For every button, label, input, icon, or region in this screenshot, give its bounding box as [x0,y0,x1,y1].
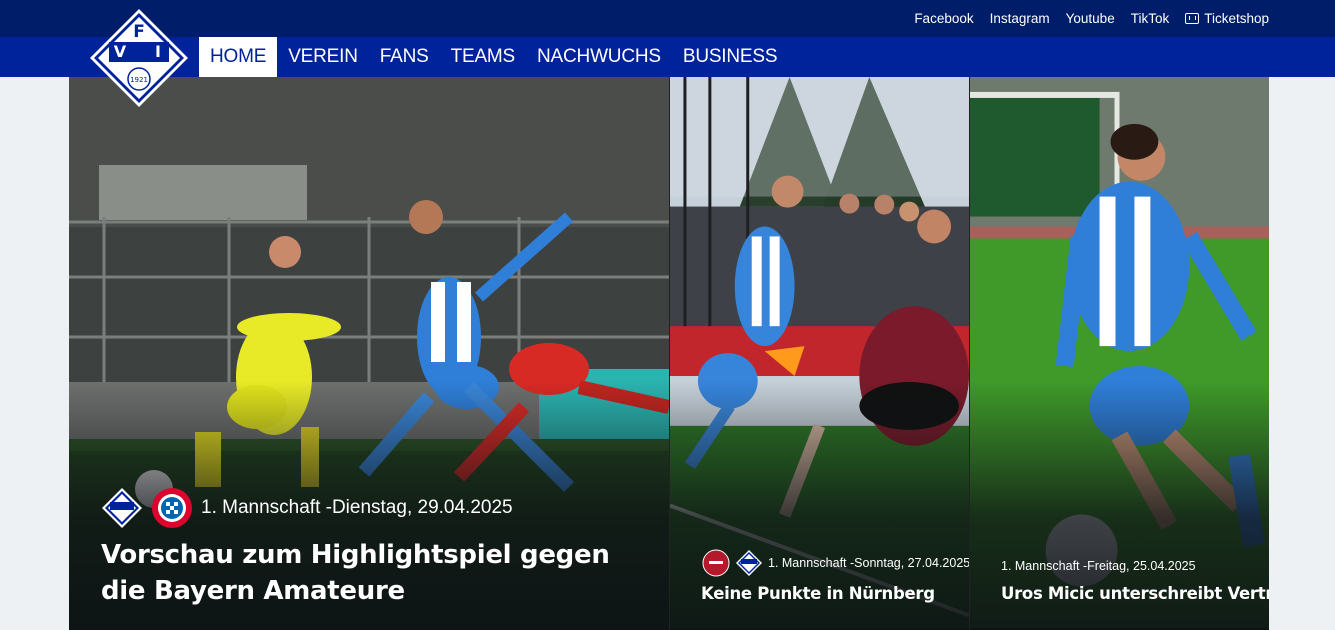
instagram-link[interactable]: Instagram [990,11,1050,26]
news-card[interactable]: 1. Mannschaft -Freitag, 25.04.2025 Uros … [969,77,1269,630]
nav-item-home[interactable]: HOME [199,37,278,77]
ticketshop-label: Ticketshop [1204,11,1269,26]
tiktok-link[interactable]: TikTok [1131,11,1170,26]
news-meta: 1. Mannschaft -Sonntag, 27.04.2025 [702,549,969,577]
nav-item-teams[interactable]: TEAMS [440,37,526,77]
logo-year: 1921 [130,76,148,84]
nav-item-nachwuchs[interactable]: NACHWUCHS [526,37,672,77]
logo-letter-top: F [133,22,145,42]
news-meta: 1. Mannschaft -Freitag, 25.04.2025 [1001,559,1196,573]
main-navigation: HOME VEREIN FANS TEAMS NACHWUCHS BUSINES… [0,37,1335,77]
1fcn-logo [702,549,730,577]
facebook-link[interactable]: Facebook [914,11,973,26]
club-logo[interactable]: F V I 1921 [89,8,189,108]
fvi-logo [102,488,142,528]
fc-bayern-logo [152,488,192,528]
youtube-link[interactable]: Youtube [1066,11,1115,26]
news-title[interactable]: Vorschau zum Highlightspiel gegen die Ba… [101,537,651,609]
nav-item-fans[interactable]: FANS [369,37,440,77]
ticket-icon [1185,13,1200,24]
logo-letter-left: V [114,42,127,61]
logo-letter-right: I [155,42,161,61]
news-card-featured[interactable]: 1. Mannschaft -Dienstag, 29.04.2025 Vors… [69,77,669,630]
top-bar: Facebook Instagram Youtube TikTok Ticket… [0,0,1335,37]
news-title[interactable]: Uros Micic unterschreibt Vertrag f [1001,584,1269,603]
news-date: 1. Mannschaft -Sonntag, 27.04.2025 [768,556,969,570]
fvi-logo [736,550,762,576]
social-links: Facebook Instagram Youtube TikTok Ticket… [914,0,1269,37]
news-date: 1. Mannschaft -Freitag, 25.04.2025 [1001,559,1196,573]
nav-item-verein[interactable]: VEREIN [277,37,369,77]
ticketshop-link[interactable]: Ticketshop [1185,11,1269,26]
news-title[interactable]: Keine Punkte in Nürnberg [701,584,935,603]
news-meta: 1. Mannschaft -Dienstag, 29.04.2025 [101,487,513,529]
nav-item-business[interactable]: BUSINESS [672,37,789,77]
news-date: 1. Mannschaft -Dienstag, 29.04.2025 [201,497,513,518]
news-card[interactable]: 1. Mannschaft -Sonntag, 27.04.2025 Keine… [669,77,969,630]
